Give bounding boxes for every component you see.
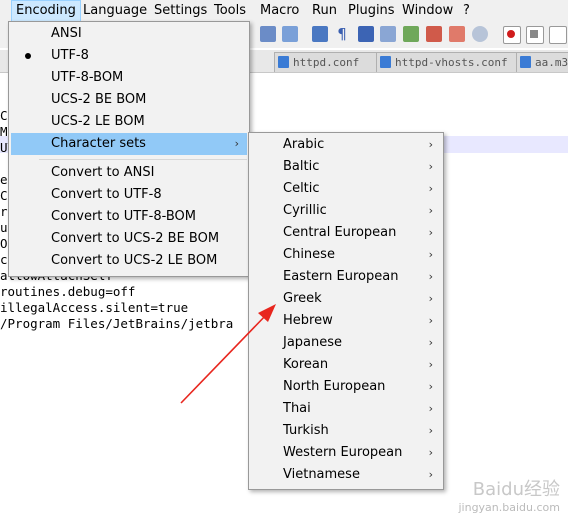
arrow-head-icon xyxy=(258,304,276,322)
arrow-shaft xyxy=(180,312,269,404)
watermark: Baidu经验 jingyan.baidu.com xyxy=(458,475,560,514)
watermark-url: jingyan.baidu.com xyxy=(458,501,560,514)
annotation-arrow xyxy=(180,304,276,404)
watermark-logo-text: Baidu经验 xyxy=(472,479,560,500)
